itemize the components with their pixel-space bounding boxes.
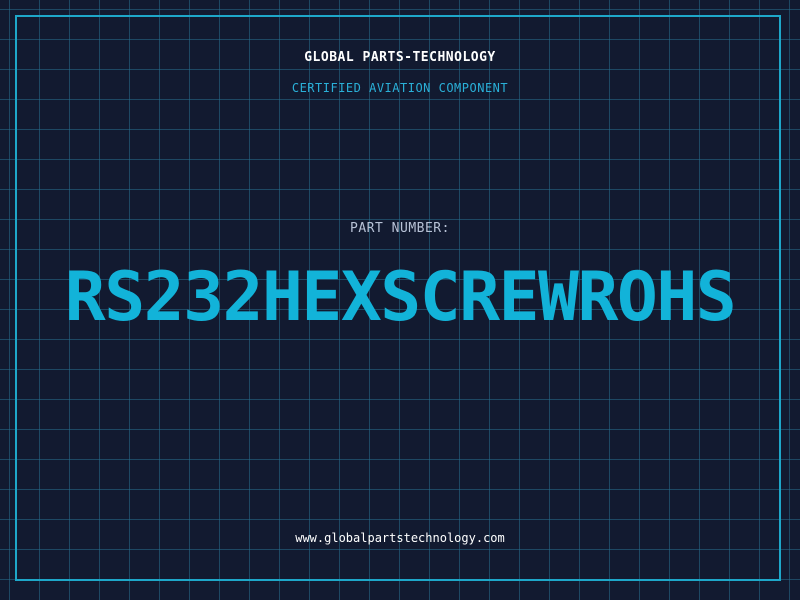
company-name: GLOBAL PARTS-TECHNOLOGY [304, 50, 496, 65]
website-url: www.globalpartstechnology.com [295, 531, 505, 545]
part-number-value: RS232HEXSCREWROHS [64, 258, 737, 337]
certification-label: CERTIFIED AVIATION COMPONENT [291, 81, 509, 95]
blueprint-canvas: GLOBAL PARTS-TECHNOLOGY CERTIFIED AVIATI… [0, 0, 800, 600]
part-number-label: PART NUMBER: [350, 221, 450, 236]
